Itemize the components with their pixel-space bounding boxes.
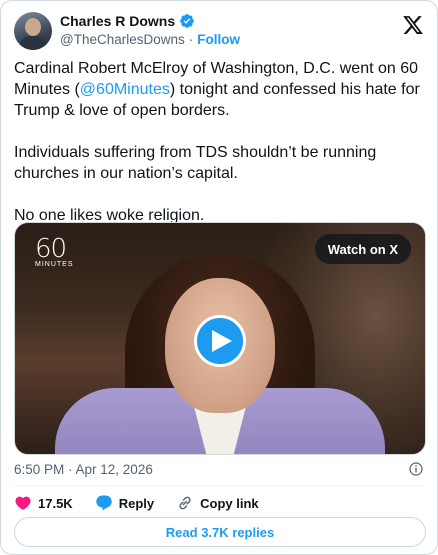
reply-button[interactable]: Reply bbox=[95, 494, 154, 512]
mention-link[interactable]: @60Minutes bbox=[80, 81, 170, 98]
watch-on-x-button[interactable]: Watch on X bbox=[314, 234, 411, 264]
reply-bubble-icon bbox=[96, 495, 112, 511]
link-icon bbox=[179, 496, 191, 510]
read-replies-button[interactable]: Read 3.7K replies bbox=[14, 517, 426, 547]
action-bar: 17.5K Reply Copy link bbox=[14, 493, 259, 513]
tweet-paragraph-2: Individuals suffering from TDS shouldn’t… bbox=[14, 144, 377, 182]
tweet-header: Charles R Downs @TheCharlesDowns · Follo… bbox=[14, 12, 424, 52]
like-count: 17.5K bbox=[38, 495, 73, 511]
author-handle[interactable]: @TheCharlesDowns bbox=[60, 32, 185, 47]
reply-label: Reply bbox=[118, 495, 155, 511]
sixty-minutes-logo: 60 MINUTES bbox=[35, 234, 74, 268]
avatar[interactable] bbox=[14, 12, 52, 50]
video-thumbnail[interactable]: 60 MINUTES Watch on X bbox=[14, 222, 426, 455]
tweet-embed-card: Charles R Downs @TheCharlesDowns · Follo… bbox=[0, 0, 438, 555]
copy-link-label: Copy link bbox=[200, 495, 259, 511]
divider bbox=[14, 485, 424, 486]
play-button[interactable] bbox=[194, 315, 246, 367]
tweet-text: Cardinal Robert McElroy of Washington, D… bbox=[14, 58, 426, 247]
play-icon bbox=[212, 330, 232, 352]
heart-icon bbox=[15, 496, 31, 510]
info-icon[interactable] bbox=[408, 461, 424, 477]
x-logo-icon[interactable] bbox=[402, 14, 424, 36]
copy-link-button[interactable]: Copy link bbox=[176, 494, 259, 512]
author-display-name[interactable]: Charles R Downs bbox=[60, 13, 175, 29]
follow-button[interactable]: Follow bbox=[197, 32, 240, 47]
verified-badge-icon bbox=[180, 14, 194, 28]
like-button[interactable]: 17.5K bbox=[14, 494, 73, 512]
tweet-timestamp[interactable]: 6:50 PM · Apr 12, 2026 bbox=[14, 462, 153, 477]
separator-dot: · bbox=[188, 32, 194, 47]
tweet-paragraph-1: Cardinal Robert McElroy of Washington, D… bbox=[14, 60, 420, 119]
author-info: Charles R Downs @TheCharlesDowns · Follo… bbox=[60, 13, 240, 47]
